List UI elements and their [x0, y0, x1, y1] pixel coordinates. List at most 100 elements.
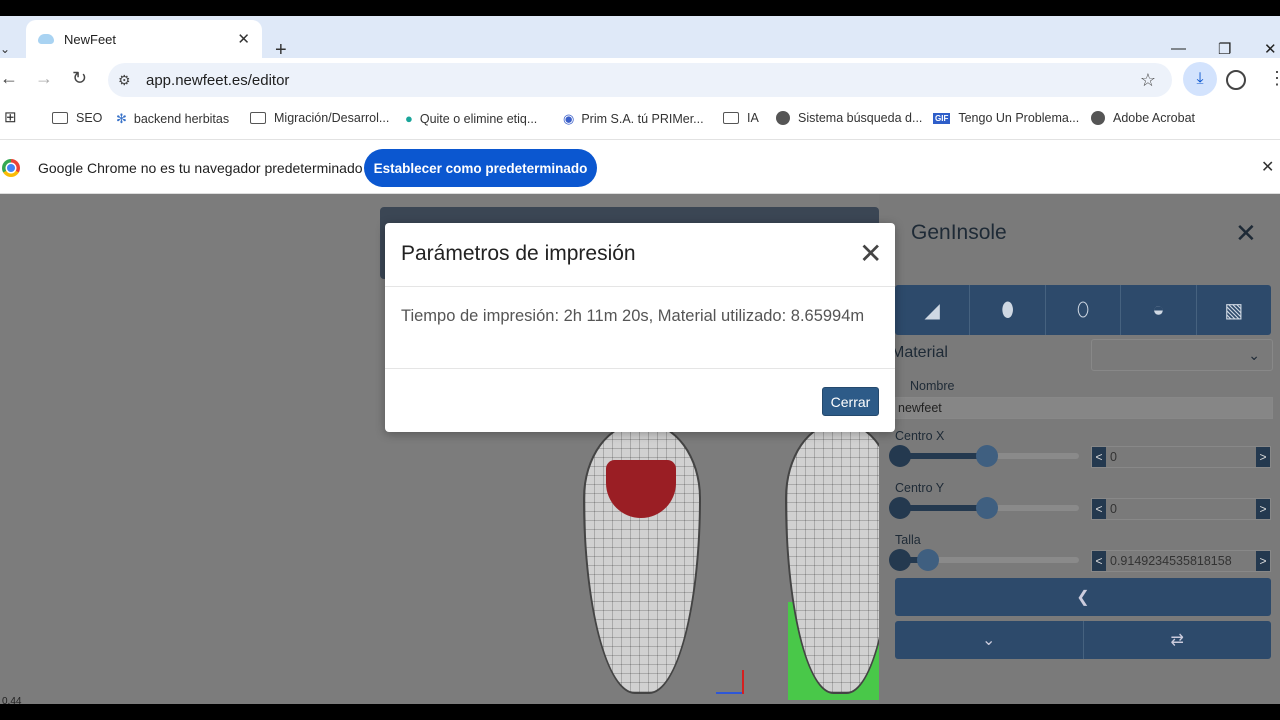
bookmark-label: backend herbitas: [133, 112, 230, 126]
insole-mesh-view-button[interactable]: ⬮: [970, 285, 1046, 335]
box-view-button[interactable]: ▧: [1197, 285, 1271, 335]
set-default-button[interactable]: Establecer como predeterminado: [364, 149, 597, 187]
folder-icon: [52, 112, 68, 124]
slider-handle[interactable]: [976, 497, 998, 519]
apps-grid-icon[interactable]: ⊞: [4, 108, 17, 126]
forward-icon[interactable]: →: [35, 68, 53, 89]
bookmark-prim[interactable]: ◉ Prim S.A. tú PRIMer...: [563, 111, 704, 127]
top-black-bar: [0, 0, 1280, 16]
address-bar[interactable]: ⚙ app.newfeet.es/editor ☆: [108, 63, 1172, 97]
window-close-icon[interactable]: ✕: [1264, 40, 1277, 58]
modal-footer: Cerrar: [385, 368, 895, 432]
insole-pad-view-button[interactable]: ◒: [1121, 285, 1197, 335]
slider-handle[interactable]: [917, 549, 939, 571]
view-mode-toolbar: ◢ ⬮ ⬯ ◒ ▧: [895, 285, 1271, 335]
axis-y-line: [742, 670, 744, 694]
gif-icon: GIF: [933, 112, 951, 124]
bookmark-adobe-acrobat[interactable]: Adobe Acrobat: [1091, 111, 1195, 125]
menu-icon[interactable]: ⋮: [1268, 68, 1280, 89]
tab-close-icon[interactable]: ✕: [237, 30, 250, 48]
nombre-input[interactable]: newfeet: [895, 397, 1273, 419]
slider-min-handle[interactable]: [889, 549, 911, 571]
infobar-text: Google Chrome no es tu navegador predete…: [38, 160, 363, 176]
foot-mesh-view-button[interactable]: ◢: [895, 285, 971, 335]
bookmark-backend-herbitas[interactable]: ✻ backend herbitas: [116, 111, 229, 127]
cloud-favicon-icon: [38, 34, 54, 44]
chrome-logo-icon: [2, 159, 20, 177]
collapse-button[interactable]: ⌄: [895, 621, 1083, 659]
bookmark-label: IA: [747, 111, 759, 125]
talla-input[interactable]: < 0.9149234535818158 >: [1091, 550, 1271, 572]
download-icon[interactable]: ⤓: [1183, 62, 1217, 96]
box-icon: ▧: [1224, 299, 1244, 322]
globe-icon: [1091, 111, 1105, 125]
action-button-row: ⌄ ⇄: [895, 621, 1271, 659]
talla-slider[interactable]: [889, 549, 1079, 571]
slider-min-handle[interactable]: [889, 445, 911, 467]
increment-button[interactable]: >: [1256, 499, 1270, 519]
bookmark-star-icon[interactable]: ☆: [1140, 70, 1156, 91]
modal-title: Parámetros de impresión: [401, 242, 636, 265]
bookmark-label: SEO: [76, 111, 103, 125]
centro-y-slider[interactable]: [889, 497, 1079, 519]
swap-arrows-icon: ⇄: [1170, 632, 1184, 649]
cerrar-button[interactable]: Cerrar: [822, 387, 879, 416]
site-settings-icon[interactable]: ⚙: [118, 72, 140, 89]
bookmark-migracion[interactable]: Migración/Desarrol...: [250, 111, 389, 125]
infobar-close-icon[interactable]: ✕: [1261, 157, 1274, 177]
back-icon[interactable]: ←: [0, 68, 18, 89]
panel-title: GenInsole: [911, 221, 1007, 244]
centro-y-label: Centro Y: [895, 481, 945, 495]
site-icon: ●: [405, 111, 413, 126]
profile-icon[interactable]: [1226, 70, 1246, 90]
minimize-icon[interactable]: —: [1171, 40, 1186, 57]
tab-search-icon[interactable]: ⌄: [0, 42, 10, 56]
tab-title: NewFeet: [64, 31, 117, 47]
geninsole-panel: GenInsole ✕ ◢ ⬮ ⬯ ◒ ▧ Material ⌄ Nombre …: [879, 194, 1280, 704]
site-icon: ◉: [563, 111, 575, 126]
centro-x-input[interactable]: < 0 >: [1091, 446, 1271, 468]
centro-x-value[interactable]: 0: [1106, 450, 1256, 464]
bookmark-label: Adobe Acrobat: [1113, 111, 1196, 125]
bookmark-label: Sistema búsqueda d...: [798, 111, 923, 125]
tab-strip: ⌄ NewFeet ✕ + — ❐ ✕: [0, 16, 1280, 61]
slider-handle[interactable]: [976, 445, 998, 467]
axis-x-line: [716, 692, 744, 694]
bookmark-seo[interactable]: SEO: [52, 111, 102, 125]
panel-close-icon[interactable]: ✕: [1235, 218, 1257, 249]
centro-y-value[interactable]: 0: [1106, 502, 1256, 516]
increment-button[interactable]: >: [1256, 551, 1270, 571]
restore-icon[interactable]: ❐: [1218, 40, 1231, 58]
bookmark-label: Prim S.A. tú PRIMer...: [581, 112, 704, 126]
print-params-modal: Parámetros de impresión ✕ Tiempo de impr…: [385, 223, 895, 432]
reload-icon[interactable]: ↻: [72, 68, 87, 89]
modal-body-text: Tiempo de impresión: 2h 11m 20s, Materia…: [401, 307, 865, 325]
browser-toolbar: ← → ↻ ⚙ app.newfeet.es/editor ☆ ⤓ ⋮: [0, 58, 1280, 102]
bookmark-ia[interactable]: IA: [723, 111, 759, 125]
centro-x-slider[interactable]: [889, 445, 1079, 467]
increment-button[interactable]: >: [1256, 447, 1270, 467]
insole-mesh-icon: ⬮: [1001, 298, 1014, 321]
bookmark-sistema-busqueda[interactable]: Sistema búsqueda d...: [776, 111, 922, 125]
centro-y-input[interactable]: < 0 >: [1091, 498, 1271, 520]
bookmark-label: Tengo Un Problema...: [958, 111, 1080, 125]
modal-close-icon[interactable]: ✕: [859, 240, 882, 268]
decrement-button[interactable]: <: [1092, 551, 1106, 571]
nombre-label: Nombre: [910, 379, 955, 393]
bookmark-tengo-un-problema[interactable]: GIF Tengo Un Problema...: [933, 111, 1079, 125]
bookmark-quite-elimine[interactable]: ● Quite o elimine etiq...: [405, 111, 537, 126]
decrement-button[interactable]: <: [1092, 499, 1106, 519]
slider-min-handle[interactable]: [889, 497, 911, 519]
insole-pad-icon: ◒: [1152, 298, 1165, 321]
talla-value[interactable]: 0.9149234535818158: [1106, 554, 1256, 568]
tab-newfeet[interactable]: NewFeet ✕: [26, 20, 262, 58]
back-step-button[interactable]: ❮: [895, 578, 1271, 616]
url-text: app.newfeet.es/editor: [146, 71, 290, 89]
swap-button[interactable]: ⇄: [1082, 621, 1272, 659]
bookmark-label: Quite o elimine etiq...: [419, 111, 538, 126]
chevron-down-icon: ⌄: [1248, 346, 1260, 363]
insole-outline-view-button[interactable]: ⬯: [1046, 285, 1122, 335]
folder-icon: [723, 112, 739, 124]
decrement-button[interactable]: <: [1092, 447, 1106, 467]
material-select[interactable]: ⌄: [1091, 339, 1273, 371]
